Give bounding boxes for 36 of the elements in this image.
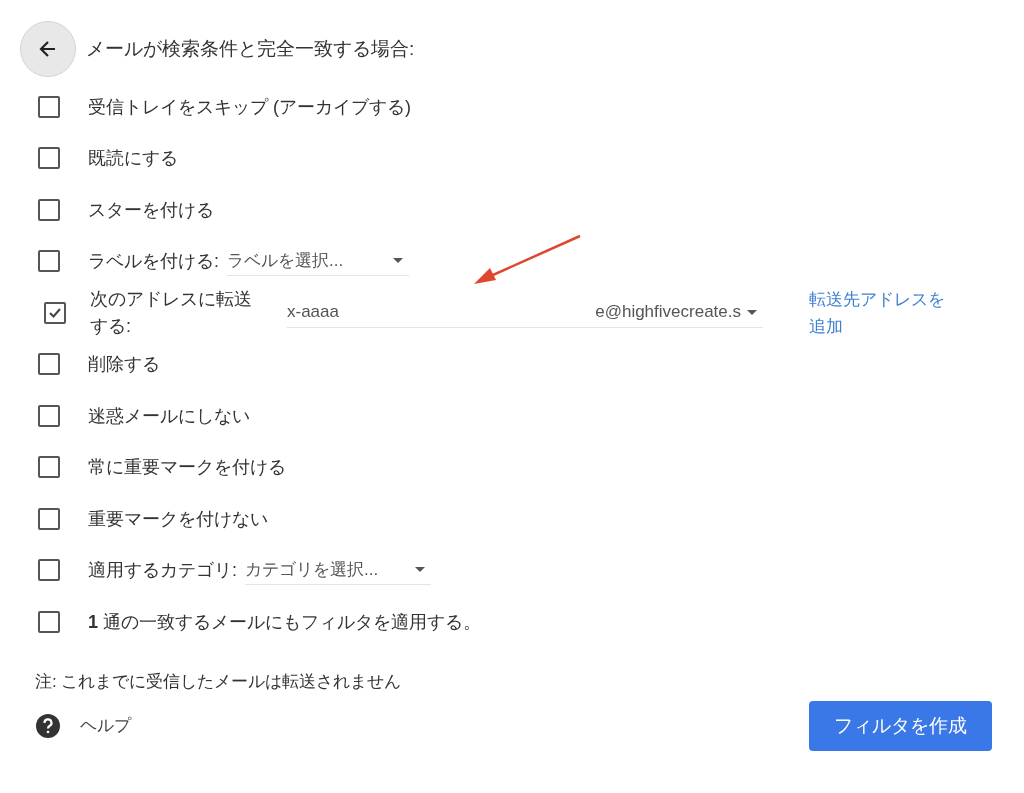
address-dropdown[interactable]: x-aaaa e@highfivecreate.s [287,297,763,328]
back-button[interactable] [20,21,76,77]
caret-icon [415,567,425,573]
dropdown[interactable]: ラベルを選択... [227,246,409,277]
action-label: 既読にする [88,147,178,171]
action-label: 重要マークを付けない [88,507,268,531]
checkbox[interactable] [38,353,60,376]
checkbox[interactable] [38,95,60,118]
help-link[interactable]: ヘルプ [80,714,131,737]
checkbox[interactable] [38,610,60,633]
help-icon [36,713,60,738]
dropdown[interactable]: カテゴリを選択... [245,555,431,586]
create-filter-button[interactable]: フィルタを作成 [809,700,992,751]
action-label: 迷惑メールにしない [88,404,250,428]
note-text: 注: これまでに受信したメールは転送されません [34,670,403,693]
action-label: ラベルを付ける: [88,250,219,274]
action-label: 受信トレイをスキップ (アーカイブする) [88,95,411,119]
back-arrow-icon [38,39,58,59]
checkbox[interactable] [38,404,60,427]
action-label: 次のアドレスに転送する: [90,287,253,338]
checkbox[interactable] [38,559,60,582]
criteria-title: メールが検索条件と完全一致する場合: [86,37,415,61]
checkbox[interactable] [38,250,60,273]
checkbox[interactable] [38,147,60,170]
checkbox[interactable] [38,507,60,530]
action-label: 削除する [88,353,160,377]
add-address-link[interactable]: 転送先アドレスを追加 [809,285,959,340]
checkbox[interactable] [38,198,60,221]
action-label: スターを付ける [88,198,214,222]
action-label: 常に重要マークを付ける [88,456,286,480]
caret-icon [393,258,403,264]
action-label: 適用するカテゴリ: [88,559,237,583]
caret-icon [747,309,757,315]
checkbox[interactable] [44,301,66,324]
checkbox[interactable] [38,456,60,479]
action-label: 1 通の一致するメールにもフィルタを適用する。 [88,610,482,634]
